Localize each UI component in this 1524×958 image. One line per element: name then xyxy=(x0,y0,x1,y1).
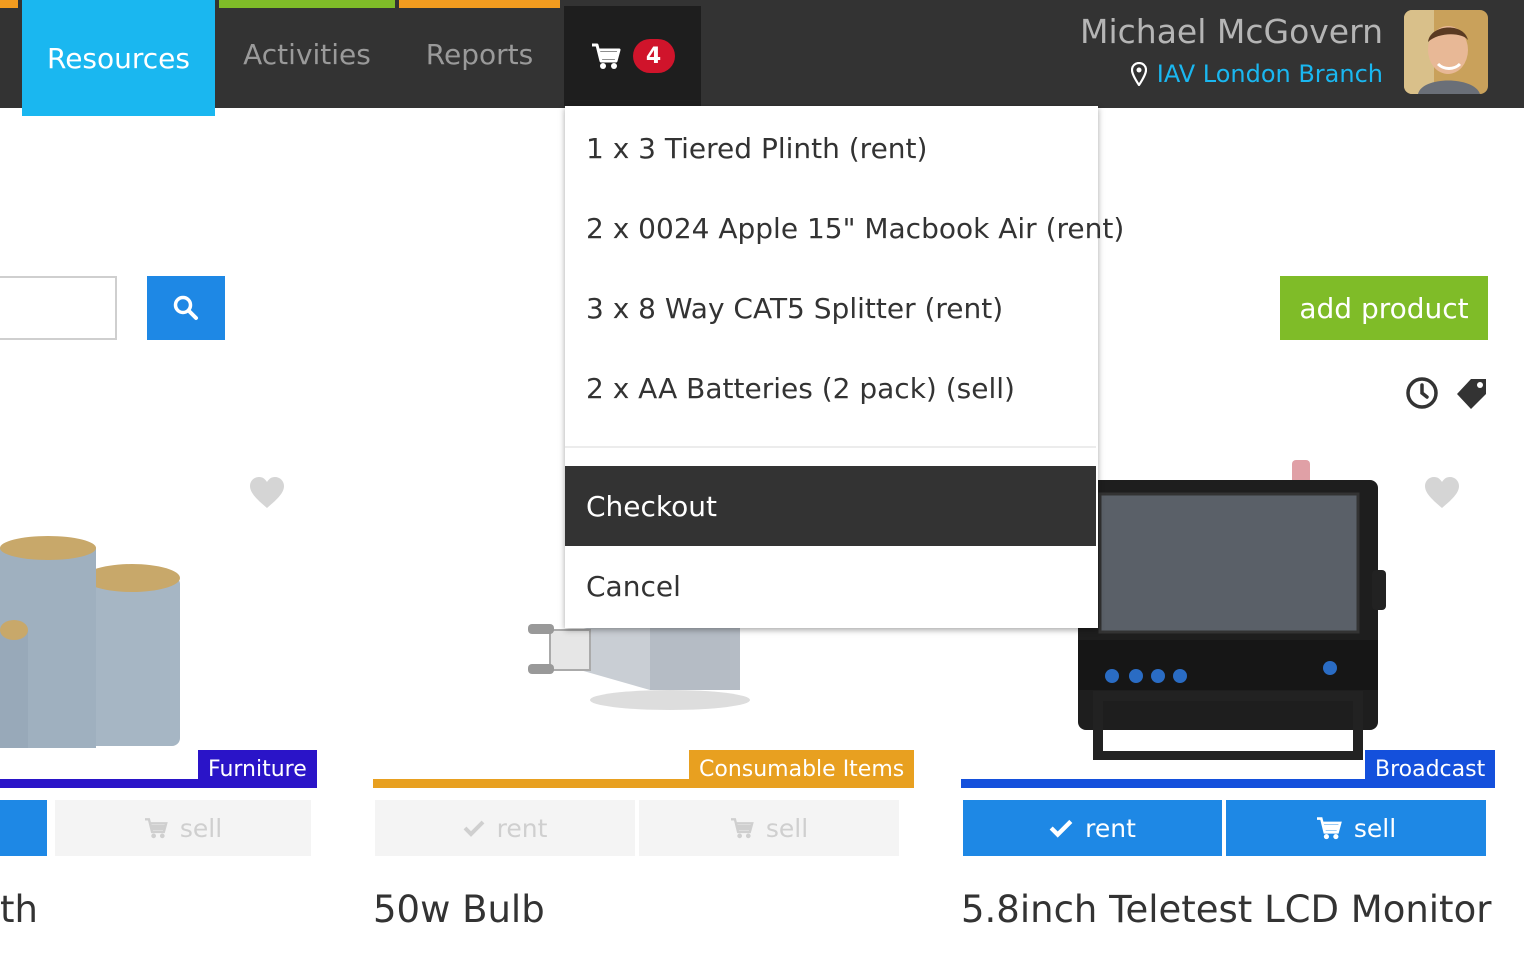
cart-dropdown: 1 x 3 Tiered Plinth (rent) 2 x 0024 Appl… xyxy=(565,106,1124,628)
checkout-button[interactable]: Checkout xyxy=(565,466,1096,546)
sell-button-bulb[interactable]: sell xyxy=(639,800,899,856)
cancel-button[interactable]: Cancel xyxy=(565,546,1096,626)
location-pin-icon xyxy=(1130,62,1147,86)
tab-activities[interactable]: Activities xyxy=(222,0,392,108)
sell-label: sell xyxy=(765,813,809,843)
tab-resources[interactable]: Resources xyxy=(22,0,215,116)
sell-button-plinth[interactable]: sell xyxy=(55,800,311,856)
cart-icon xyxy=(591,43,620,69)
color-stripe-orange xyxy=(0,0,18,8)
category-tag-consumables: Consumable Items xyxy=(689,750,915,788)
sell-button-monitor[interactable]: sell xyxy=(1226,800,1486,856)
cart-item[interactable]: 3 x 8 Way CAT5 Splitter (rent) xyxy=(565,268,1096,348)
product-title-bulb[interactable]: 50w Bulb xyxy=(373,888,545,931)
rent-button-plinth[interactable] xyxy=(0,800,47,856)
product-image-plinth[interactable] xyxy=(0,530,200,750)
cart-button[interactable]: 4 xyxy=(564,6,701,106)
category-tag-broadcast: Broadcast xyxy=(1365,750,1496,788)
branch-selector[interactable]: IAV London Branch xyxy=(1130,60,1383,88)
product-title-plinth[interactable]: th xyxy=(0,888,38,931)
cart-item[interactable]: 2 x AA Batteries (2 pack) (sell) xyxy=(565,348,1096,428)
category-tag-furniture: Furniture xyxy=(198,750,317,788)
clock-icon xyxy=(1406,377,1438,409)
search-button[interactable] xyxy=(147,276,225,340)
tags-button[interactable] xyxy=(1453,376,1489,414)
check-icon xyxy=(1049,819,1073,838)
cart-item[interactable]: 1 x 3 Tiered Plinth (rent) xyxy=(565,108,1096,188)
tab-activities-label: Activities xyxy=(243,37,371,71)
user-avatar[interactable] xyxy=(1404,10,1488,94)
tab-resources-label: Resources xyxy=(47,41,190,75)
check-icon xyxy=(463,820,485,837)
sell-label: sell xyxy=(1353,813,1397,843)
product-image-monitor[interactable] xyxy=(1078,460,1388,760)
user-name[interactable]: Michael McGovern xyxy=(1080,12,1383,51)
rent-label: rent xyxy=(496,813,548,843)
rent-button-monitor[interactable]: rent xyxy=(963,800,1222,856)
tab-reports[interactable]: Reports xyxy=(402,0,557,108)
cart-item[interactable]: 2 x 0024 Apple 15" Macbook Air (rent) xyxy=(565,188,1124,268)
add-product-button[interactable]: add product xyxy=(1280,276,1488,340)
cart-count-badge: 4 xyxy=(632,39,675,73)
favorite-heart-icon[interactable] xyxy=(1424,476,1460,510)
cart-icon xyxy=(730,818,754,839)
branch-name: IAV London Branch xyxy=(1156,60,1383,88)
tag-icon xyxy=(1457,379,1486,409)
dropdown-divider xyxy=(565,446,1096,448)
rent-label: rent xyxy=(1085,813,1136,843)
favorite-heart-icon[interactable] xyxy=(249,476,285,510)
rent-button-bulb[interactable]: rent xyxy=(375,800,635,856)
search-icon xyxy=(173,295,198,320)
history-button[interactable] xyxy=(1405,376,1439,414)
tab-reports-label: Reports xyxy=(425,37,534,71)
sell-label: sell xyxy=(179,813,223,843)
cart-icon xyxy=(144,818,168,839)
search-input[interactable] xyxy=(0,276,117,340)
cart-icon xyxy=(1316,817,1342,840)
product-title-monitor[interactable]: 5.8inch Teletest LCD Monitor xyxy=(961,888,1491,931)
top-navigation-bar: Resources Activities Reports 4 Michael M… xyxy=(0,0,1524,116)
